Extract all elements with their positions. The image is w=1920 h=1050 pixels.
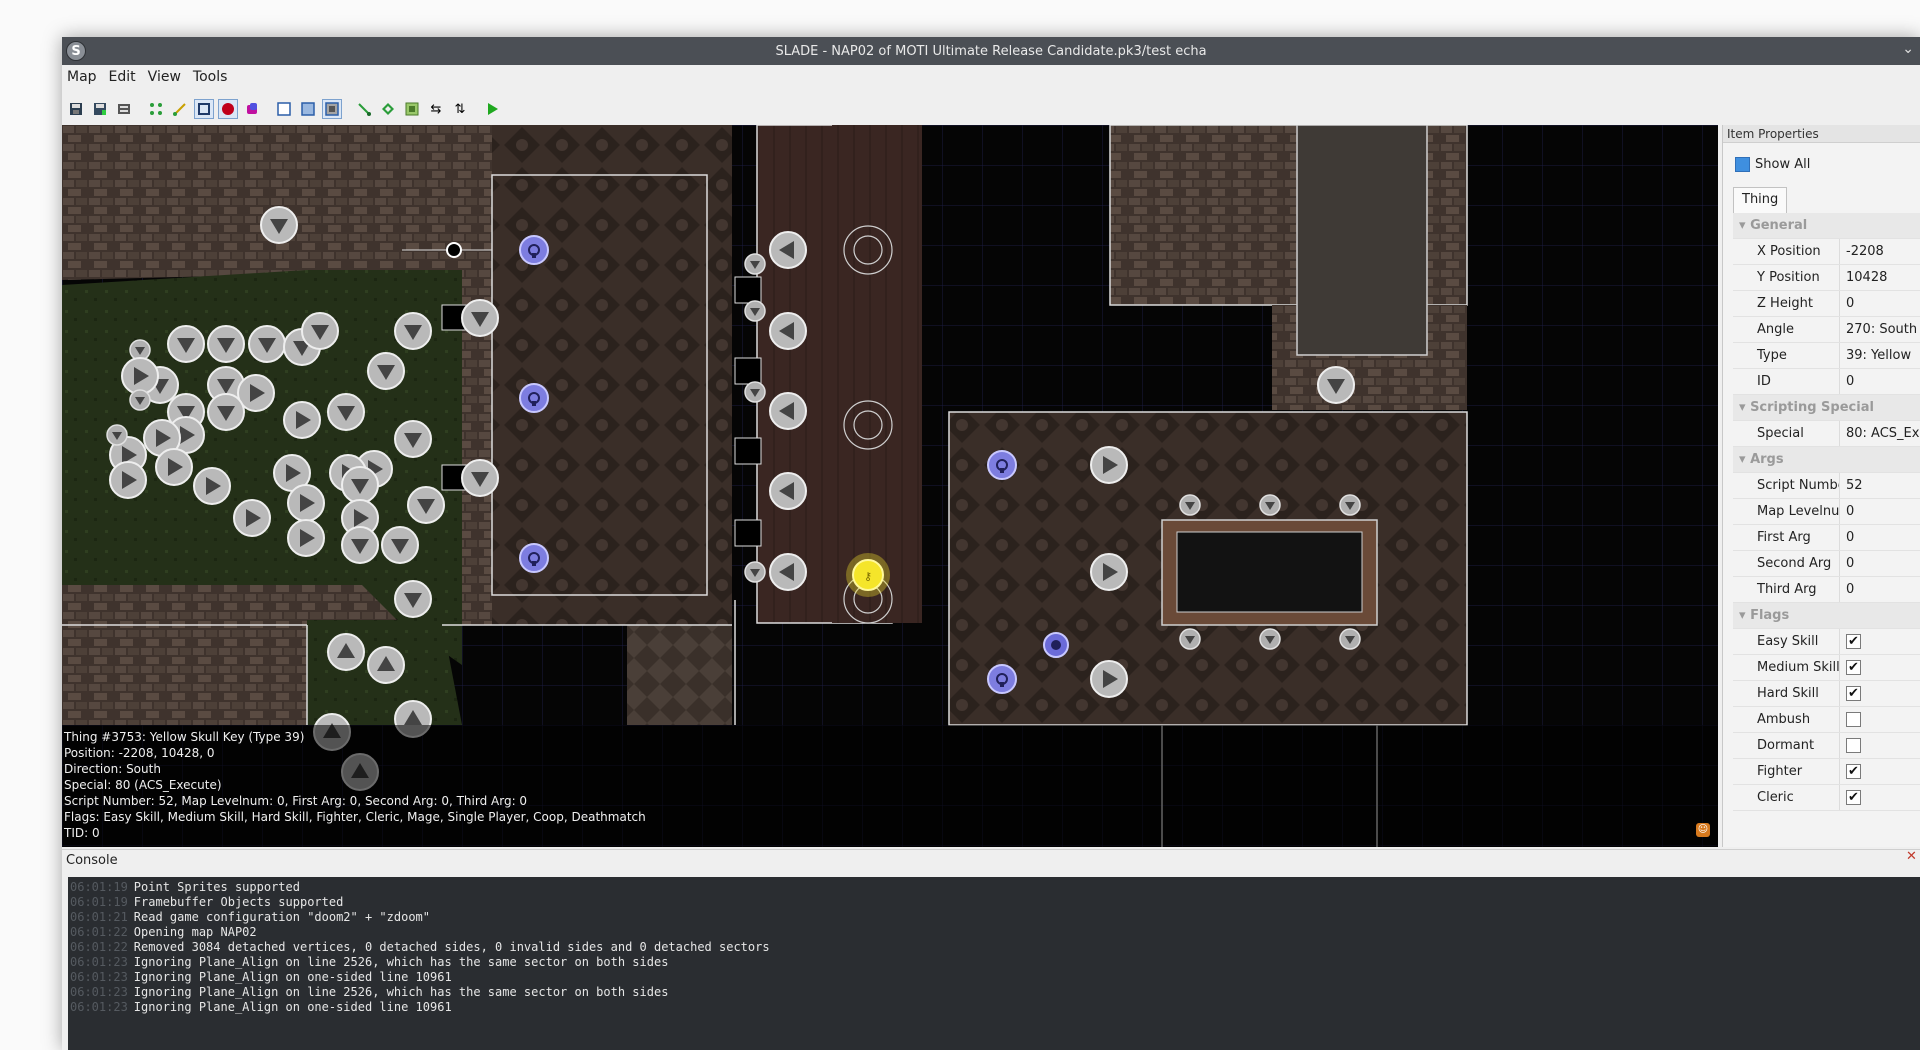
lines-draw-icon[interactable] (354, 99, 374, 119)
info-position: Position: -2208, 10428, 0 (64, 746, 215, 760)
info-tid: TID: 0 (64, 826, 100, 840)
checkbox[interactable] (1846, 712, 1861, 727)
flag-row[interactable]: Ambush (1733, 707, 1920, 733)
export-icon[interactable] (114, 99, 134, 119)
lines-mode-icon[interactable] (170, 99, 190, 119)
objects-icon[interactable] (378, 99, 398, 119)
checkbox-icon[interactable] (1735, 157, 1750, 172)
svg-text:⚷: ⚷ (864, 570, 872, 583)
category-general[interactable]: ▾ General (1733, 213, 1920, 239)
menu-tools[interactable]: Tools (188, 67, 235, 89)
prop-row-maplevel[interactable]: Map Levelnum0 (1733, 499, 1920, 525)
flag-row[interactable]: Dormant (1733, 733, 1920, 759)
flag-row[interactable]: Fighter ✔ (1733, 759, 1920, 785)
menu-view[interactable]: View (143, 67, 188, 89)
ceiling-mode-icon[interactable] (322, 99, 342, 119)
checkbox[interactable]: ✔ (1846, 686, 1861, 701)
checkbox[interactable]: ✔ (1846, 790, 1861, 805)
info-direction: Direction: South (64, 762, 161, 776)
property-grid: ▾ General X Position -2208 Y Position 1042… (1733, 213, 1920, 811)
things-mode-icon[interactable] (218, 99, 238, 119)
main-window: S SLADE - NAP02 of MOTI Ultimate Release… (62, 37, 1920, 1050)
doom-guy-icon: ☺ (1696, 823, 1710, 837)
prop-row-angle[interactable]: Angle 270: South (1733, 317, 1920, 343)
tab-thing[interactable]: Thing (1733, 187, 1788, 213)
prop-row-id[interactable]: ID 0 (1733, 369, 1920, 395)
save-icon[interactable] (66, 99, 86, 119)
flag-row[interactable]: Medium Skill ✔ (1733, 655, 1920, 681)
triangle-down-icon: ▾ (1739, 608, 1751, 623)
log-line: 06:01:23 Ignoring Plane_Align on one-side… (70, 970, 452, 984)
close-icon[interactable]: ✕ (1906, 849, 1920, 869)
show-all-checkbox[interactable]: Show All (1735, 157, 1810, 172)
sectors-mode-icon[interactable] (194, 99, 214, 119)
triangle-down-icon: ▾ (1739, 452, 1751, 467)
title-bar[interactable]: S SLADE - NAP02 of MOTI Ultimate Release… (62, 37, 1920, 65)
item-properties-panel: Item Properties Show All Thing ▾ General… (1722, 125, 1920, 847)
flag-row[interactable]: Cleric ✔ (1733, 785, 1920, 811)
prop-row-third-arg[interactable]: Third Arg 0 (1733, 577, 1920, 603)
triangle-down-icon: ▾ (1739, 400, 1751, 415)
log-line: 06:01:22 Opening map NAP02 (70, 925, 257, 939)
show-all-label: Show All (1755, 157, 1811, 172)
map-canvas[interactable]: ⚷ Thing #3753: Yellow Skull Key (Type 39… (62, 125, 1718, 847)
properties-title: Item Properties (1723, 125, 1920, 143)
menu-edit[interactable]: Edit (104, 67, 143, 89)
prop-row-y[interactable]: Y Position 10428 (1733, 265, 1920, 291)
log-line: 06:01:21 Read game configuration "doom2" … (70, 910, 431, 924)
category-args[interactable]: ▾ Args (1733, 447, 1920, 473)
prop-row-script[interactable]: Script Number52 (1733, 473, 1920, 499)
flip-icon[interactable]: ⇅ (450, 99, 470, 119)
log-line: 06:01:23 Ignoring Plane_Align on one-side… (70, 1000, 452, 1014)
checkbox[interactable] (1846, 738, 1861, 753)
flat-mode-icon[interactable] (274, 99, 294, 119)
console-log: 06:01:19 Point Sprites supported 06:01:19… (68, 877, 1920, 1050)
play-icon[interactable] (482, 99, 502, 119)
save-all-icon[interactable] (90, 99, 110, 119)
menu-map[interactable]: Map (62, 67, 104, 89)
prop-row-first-arg[interactable]: First Arg 0 (1733, 525, 1920, 551)
swap-icon[interactable]: ⇆ (426, 99, 446, 119)
desktop: S SLADE - NAP02 of MOTI Ultimate Release… (0, 0, 1920, 1050)
info-args: Script Number: 52, Map Levelnum: 0, Firs… (64, 794, 528, 808)
log-line: 06:01:23 Ignoring Plane_Align on line 252… (70, 955, 669, 969)
category-flags[interactable]: ▾ Flags (1733, 603, 1920, 629)
window-title: SLADE - NAP02 of MOTI Ultimate Release C… (775, 43, 1207, 59)
log-line: 06:01:23 Ignoring Plane_Align on line 252… (70, 985, 669, 999)
checkbox[interactable]: ✔ (1846, 634, 1861, 649)
triangle-down-icon: ▾ (1739, 218, 1751, 233)
prop-row-z[interactable]: Z Height 0 (1733, 291, 1920, 317)
checkbox[interactable]: ✔ (1846, 660, 1861, 675)
chevron-down-icon[interactable]: ⌄ (1902, 41, 1914, 57)
prop-row-type[interactable]: Type 39: Yellow (1733, 343, 1920, 369)
flag-row[interactable]: Easy Skill ✔ (1733, 629, 1920, 655)
menu-bar: Map Edit View Tools (62, 67, 234, 89)
info-flags: Flags: Easy Skill, Medium Skill, Hard Sk… (64, 810, 646, 824)
flag-row[interactable]: Hard Skill ✔ (1733, 681, 1920, 707)
slade-logo-icon: S (66, 41, 86, 61)
console-title: Console (62, 849, 1920, 871)
vertices-mode-icon[interactable] (146, 99, 166, 119)
category-scripting-special[interactable]: ▾ Scripting Special (1733, 395, 1920, 421)
log-line: 06:01:19 Point Sprites supported (70, 880, 300, 894)
floor-mode-icon[interactable] (298, 99, 318, 119)
info-thing: Thing #3753: Yellow Skull Key (Type 39) (64, 730, 305, 744)
prop-row-x[interactable]: X Position -2208 (1733, 239, 1920, 265)
prop-row-special[interactable]: Special 80: ACS_Ex (1733, 421, 1920, 447)
checkbox[interactable]: ✔ (1846, 764, 1861, 779)
info-special: Special: 80 (ACS_Execute) (64, 778, 222, 792)
grid-icon[interactable] (402, 99, 422, 119)
thing-info-panel: Thing #3753: Yellow Skull Key (Type 39) … (64, 729, 646, 841)
log-line: 06:01:22 Removed 3084 detached vertices, … (70, 940, 770, 954)
prop-row-second-arg[interactable]: Second Arg 0 (1733, 551, 1920, 577)
3d-mode-icon[interactable] (242, 99, 262, 119)
log-line: 06:01:19 Framebuffer Objects supported (70, 895, 344, 909)
toolbar: ⇆ ⇅ (62, 96, 1920, 122)
